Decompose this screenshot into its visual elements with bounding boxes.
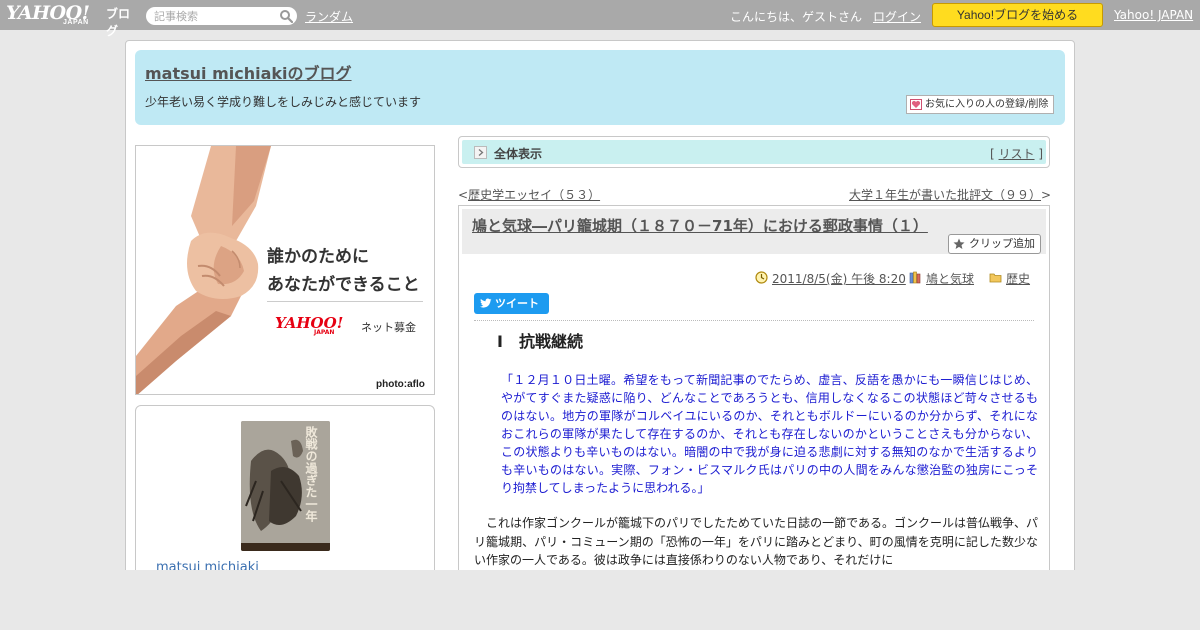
random-link[interactable]: ランダム	[305, 8, 353, 25]
login-link[interactable]: ログイン	[873, 8, 921, 25]
heart-icon	[910, 99, 922, 110]
star-icon	[953, 238, 965, 249]
ad-yahoo-japan-text: JAPAN	[314, 329, 335, 336]
article-quote: 「１２月１０日土曜。希望をもって新聞記事のでたらめ、虚言、反語を愚かにも一瞬信じ…	[501, 373, 1038, 495]
article-date: 2011/8/5(金) 午後 8:20	[755, 270, 906, 287]
profile-image[interactable]: 敗戦の過ぎた一年	[241, 421, 330, 551]
article-date-link[interactable]: 2011/8/5(金) 午後 8:20	[772, 272, 906, 286]
next-mark: >	[1041, 188, 1052, 202]
ad-divider	[267, 301, 423, 302]
yahoo-japan-link[interactable]: Yahoo! JAPAN	[1114, 8, 1193, 22]
folder-icon	[989, 273, 1002, 283]
all-view-bar: 全体表示 [ リスト ]	[458, 136, 1050, 168]
ad-photo-credit: photo:aflo	[376, 379, 425, 390]
search-icon[interactable]	[279, 9, 293, 23]
list-view-toggle: [ リスト ]	[990, 145, 1043, 162]
article-category: 歴史	[989, 270, 1030, 287]
section-heading: Ⅰ 抗戦継続	[497, 332, 583, 351]
favorite-register-button[interactable]: お気に入りの人の登録/削除	[906, 95, 1054, 114]
blog-header: matsui michiakiのブログ 少年老い易く学成り難しをしみじみと感じて…	[135, 50, 1065, 125]
prev-article-link[interactable]: 歴史学エッセイ（５３）	[468, 188, 600, 202]
article-body: これは作家ゴンクールが籠城下のパリでしたためていた日誌の一節である。ゴンクールは…	[474, 516, 1038, 567]
ad-headline-line1: 誰かのために	[267, 247, 369, 267]
page-bottom-area	[0, 570, 1200, 630]
logo-blog-text: ブログ	[106, 7, 131, 38]
article-header: 鳩と気球―パリ籠城期（１８７０－71年）における郵政事情（１） クリップ追加	[462, 209, 1046, 254]
clip-add-label: クリップ追加	[969, 237, 1035, 250]
charity-ad-banner[interactable]: 誰かのために あなたができること YAHOO! JAPAN ネット募金 phot…	[135, 145, 435, 395]
prev-article-nav: <歴史学エッセイ（５３）	[458, 186, 600, 203]
clock-icon	[755, 271, 768, 284]
list-view-link[interactable]: リスト	[999, 147, 1035, 161]
blog-title[interactable]: matsui michiakiのブログ	[145, 60, 352, 84]
search-input[interactable]	[154, 8, 274, 24]
article: 鳩と気球―パリ籠城期（１８７０－71年）における郵政事情（１） クリップ追加 2…	[458, 205, 1050, 630]
article-title[interactable]: 鳩と気球―パリ籠城期（１８７０－71年）における郵政事情（１）	[472, 215, 928, 236]
profile-image-band	[241, 543, 330, 551]
next-article-nav: 大学１年生が書いた批評文（９９）>	[849, 186, 1051, 203]
greeting-text: こんにちは、ゲストさん	[730, 10, 863, 24]
books-icon	[909, 271, 921, 284]
yahoo-blog-logo[interactable]: YAHOO! JAPAN ブログ	[6, 2, 141, 38]
tweet-label: ツイート	[495, 297, 539, 310]
list-bracket-close: ]	[1038, 147, 1044, 161]
tweet-button[interactable]: ツイート	[474, 293, 549, 314]
ad-headline-line2: あなたができること	[267, 275, 420, 295]
profile-book-title: 敗戦の過ぎた一年	[304, 426, 318, 522]
global-header: YAHOO! JAPAN ブログ ランダム こんにちは、ゲストさん ログイン Y…	[0, 0, 1200, 38]
twitter-bird-icon	[480, 298, 492, 308]
ad-service-name: ネット募金	[361, 321, 416, 334]
all-view-inner: 全体表示 [ リスト ]	[462, 140, 1046, 164]
start-blog-button[interactable]: Yahoo!ブログを始める	[932, 3, 1103, 27]
blog-description: 少年老い易く学成り難しをしみじみと感じています	[145, 95, 422, 109]
favorite-register-label: お気に入りの人の登録/削除	[925, 99, 1049, 110]
list-bracket-open: [	[990, 147, 995, 161]
all-view-label[interactable]: 全体表示	[494, 145, 542, 162]
article-category-link[interactable]: 歴史	[1006, 272, 1030, 286]
next-article-link[interactable]: 大学１年生が書いた批評文（９９）	[849, 188, 1041, 202]
clip-add-button[interactable]: クリップ追加	[948, 234, 1041, 254]
arrow-right-icon	[474, 146, 487, 159]
article-tag: 鳩と気球	[909, 270, 974, 287]
logo-japan-text: JAPAN	[63, 19, 89, 26]
search-box	[146, 7, 297, 25]
article-tag-link[interactable]: 鳩と気球	[926, 272, 974, 286]
prev-mark: <	[458, 188, 469, 202]
meta-divider	[474, 320, 1034, 321]
